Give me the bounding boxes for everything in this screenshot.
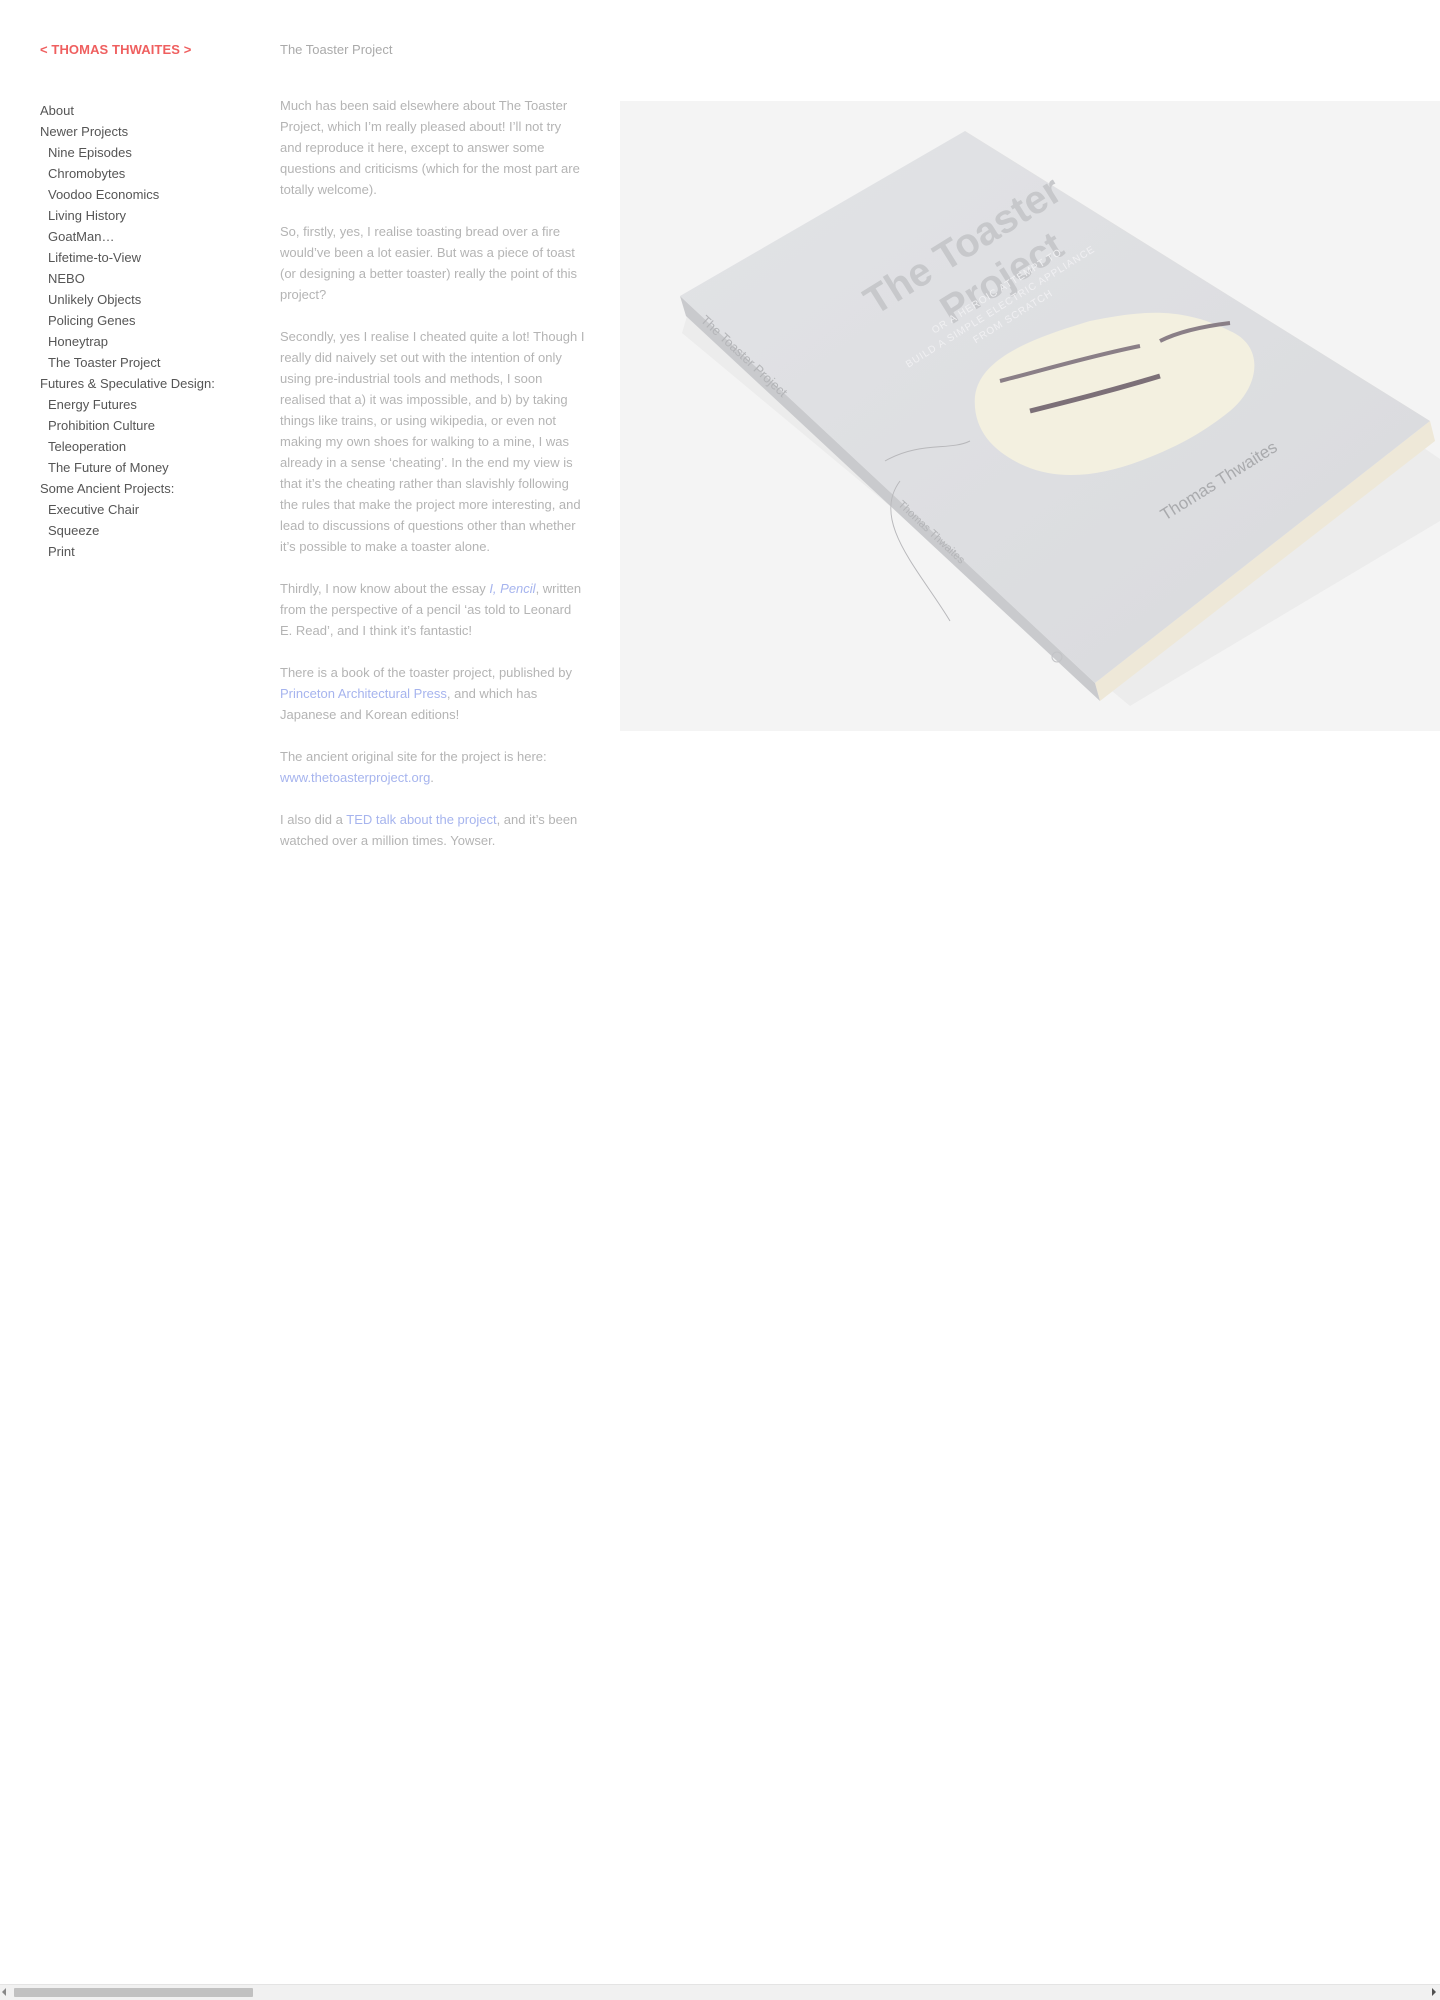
sidebar-item-energy-futures[interactable]: Energy Futures (40, 394, 250, 415)
paragraph-pencil: Thirdly, I now know about the essay I, P… (280, 578, 585, 641)
sidebar-item-honeytrap[interactable]: Honeytrap (40, 331, 250, 352)
sidebar-item-print[interactable]: Print (40, 541, 250, 562)
sidebar-item-unlikely-objects[interactable]: Unlikely Objects (40, 289, 250, 310)
sidebar-item-living-history[interactable]: Living History (40, 205, 250, 226)
site-title-link[interactable]: < THOMAS THWAITES > (40, 42, 191, 57)
scroll-thumb[interactable] (14, 1988, 253, 1997)
sidebar-item-lifetime-to-view[interactable]: Lifetime-to-View (40, 247, 250, 268)
paragraph-intro: Much has been said elsewhere about The T… (280, 98, 580, 197)
page: < THOMAS THWAITES > About Newer Projects… (0, 0, 1440, 2000)
sidebar-item-policing-genes[interactable]: Policing Genes (40, 310, 250, 331)
sidebar-item-goatman[interactable]: GoatMan… (40, 226, 250, 247)
sidebar-nav: About Newer Projects Nine Episodes Chrom… (40, 100, 250, 562)
sidebar-item-voodoo-economics[interactable]: Voodoo Economics (40, 184, 250, 205)
paragraph-cheating: Secondly, yes I realise I cheated quite … (280, 329, 585, 554)
article-body: Much has been said elsewhere about The T… (280, 95, 585, 872)
sidebar-item-squeeze[interactable]: Squeeze (40, 520, 250, 541)
sidebar-heading-ancient-projects[interactable]: Some Ancient Projects: (40, 478, 250, 499)
paragraph-ted: I also did a TED talk about the project,… (280, 809, 585, 851)
horizontal-scrollbar[interactable] (0, 1984, 1440, 2000)
paragraph-toast: So, firstly, yes, I realise toasting bre… (280, 224, 577, 302)
sidebar-item-nine-episodes[interactable]: Nine Episodes (40, 142, 250, 163)
sidebar-item-prohibition-culture[interactable]: Prohibition Culture (40, 415, 250, 436)
text: The ancient original site for the projec… (280, 749, 547, 764)
page-title: The Toaster Project (280, 42, 393, 57)
sidebar-heading-newer-projects[interactable]: Newer Projects (40, 121, 250, 142)
sidebar-heading-futures[interactable]: Futures & Speculative Design: (40, 373, 250, 394)
sidebar-item-about[interactable]: About (40, 100, 250, 121)
text: I also did a (280, 812, 347, 827)
text: . (430, 770, 434, 785)
sidebar-item-teleoperation[interactable]: Teleoperation (40, 436, 250, 457)
sidebar-item-chromobytes[interactable]: Chromobytes (40, 163, 250, 184)
sidebar-item-future-of-money[interactable]: The Future of Money (40, 457, 250, 478)
paragraph-original-site: The ancient original site for the projec… (280, 746, 585, 788)
sidebar-item-nebo[interactable]: NEBO (40, 268, 250, 289)
paragraph-book: There is a book of the toaster project, … (280, 662, 585, 725)
hero-image-book: The Toaster Project OR A HEROIC ATTEMPT … (620, 101, 1440, 731)
princeton-press-link[interactable]: Princeton Architectural Press (280, 686, 447, 701)
scroll-right-arrow-icon[interactable] (1432, 1988, 1436, 1996)
sidebar-item-executive-chair[interactable]: Executive Chair (40, 499, 250, 520)
ted-talk-link[interactable]: TED talk about the project (346, 812, 496, 827)
i-pencil-link[interactable]: I, Pencil (489, 581, 535, 596)
toaster-project-site-link[interactable]: www.thetoasterproject.org (280, 770, 430, 785)
scroll-left-arrow-icon[interactable] (2, 1988, 6, 1996)
sidebar-item-toaster-project[interactable]: The Toaster Project (40, 352, 250, 373)
text: Thirdly, I now know about the essay (280, 581, 490, 596)
text: There is a book of the toaster project, … (280, 665, 572, 680)
book-illustration: The Toaster Project OR A HEROIC ATTEMPT … (680, 131, 1440, 706)
